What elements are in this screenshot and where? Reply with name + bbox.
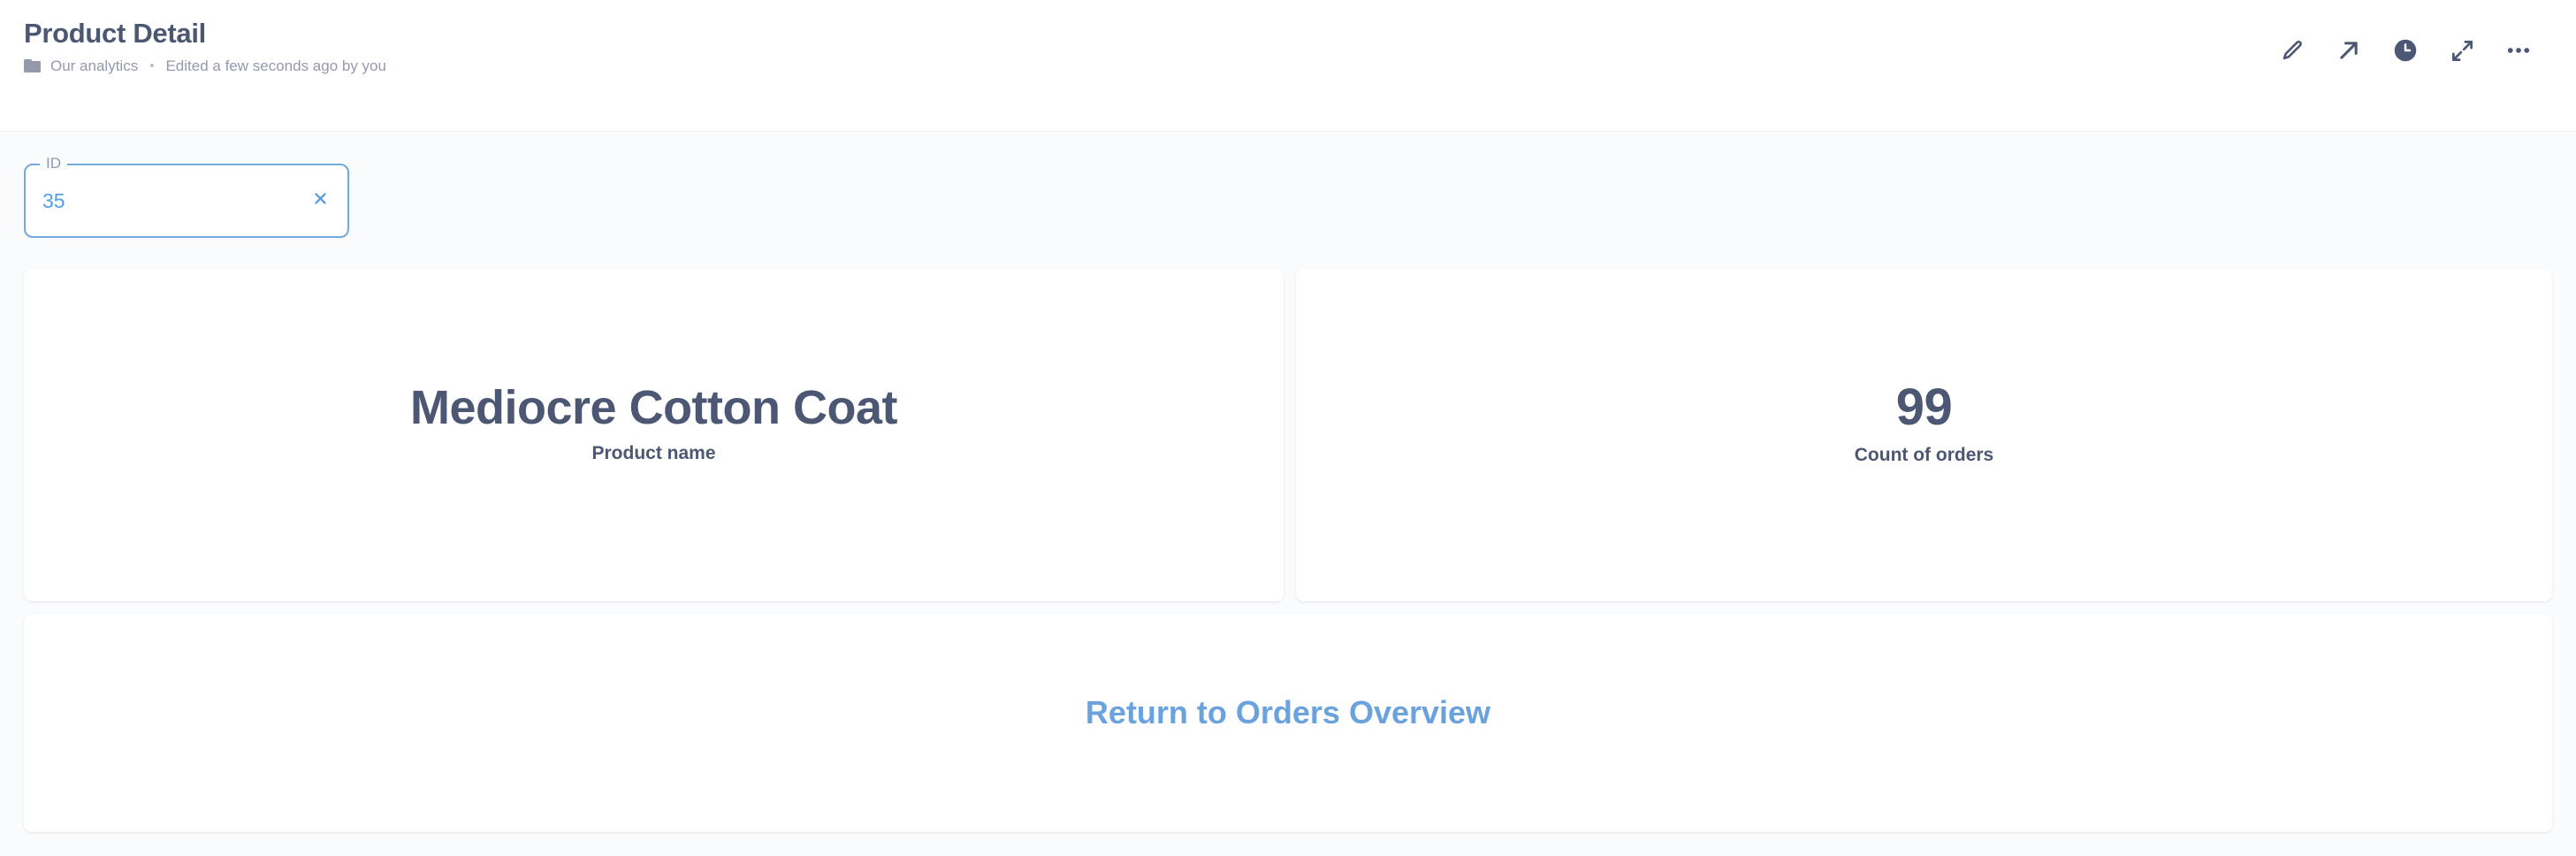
scalar-label-product-name: Product name	[591, 442, 716, 463]
card-product-name[interactable]: Mediocre Cotton Coat Product name	[24, 269, 1284, 601]
pencil-icon	[2281, 39, 2305, 63]
arrow-up-right-icon	[2336, 38, 2361, 63]
scalar-value-product-name: Mediocre Cotton Coat	[410, 381, 898, 435]
header-actions	[2274, 32, 2537, 69]
dashboard-grid: Mediocre Cotton Coat Product name 99 Cou…	[0, 269, 2576, 832]
folder-icon	[24, 58, 41, 73]
filter-value-id[interactable]: 35	[42, 190, 309, 211]
ellipsis-icon	[2505, 37, 2532, 64]
scalar-order-count: 99 Count of orders	[1854, 378, 1994, 465]
dashboard-row-top: Mediocre Cotton Coat Product name 99 Cou…	[24, 269, 2552, 601]
breadcrumb-separator: •	[149, 57, 155, 73]
filter-bar: ID 35	[0, 132, 2576, 269]
card-order-count[interactable]: 99 Count of orders	[1296, 269, 2552, 601]
filter-label-id: ID	[40, 156, 67, 171]
clear-filter-button[interactable]	[309, 189, 332, 212]
page-title: Product Detail	[24, 18, 206, 49]
clock-icon	[2393, 38, 2418, 63]
share-button[interactable]	[2330, 32, 2367, 69]
auto-refresh-button[interactable]	[2387, 32, 2424, 69]
more-options-button[interactable]	[2500, 32, 2537, 69]
breadcrumb: Our analytics • Edited a few seconds ago…	[24, 58, 386, 73]
collection-link[interactable]: Our analytics	[50, 58, 138, 73]
expand-icon	[2450, 39, 2474, 63]
fullscreen-button[interactable]	[2443, 32, 2481, 69]
scalar-value-order-count: 99	[1895, 378, 1953, 437]
return-to-orders-overview-link[interactable]: Return to Orders Overview	[1086, 696, 1490, 729]
filter-widget-id[interactable]: ID 35	[24, 156, 349, 238]
edit-dashboard-button[interactable]	[2274, 32, 2311, 69]
dashboard-header: Product Detail Our analytics • Edited a …	[0, 0, 2576, 132]
header-title-block: Product Detail Our analytics • Edited a …	[24, 19, 386, 73]
card-return-link[interactable]: Return to Orders Overview	[24, 614, 2552, 832]
scalar-product-name: Mediocre Cotton Coat Product name	[410, 381, 898, 463]
close-icon	[313, 191, 328, 210]
scalar-label-order-count: Count of orders	[1854, 444, 1994, 465]
last-edit-info: Edited a few seconds ago by you	[165, 57, 386, 74]
